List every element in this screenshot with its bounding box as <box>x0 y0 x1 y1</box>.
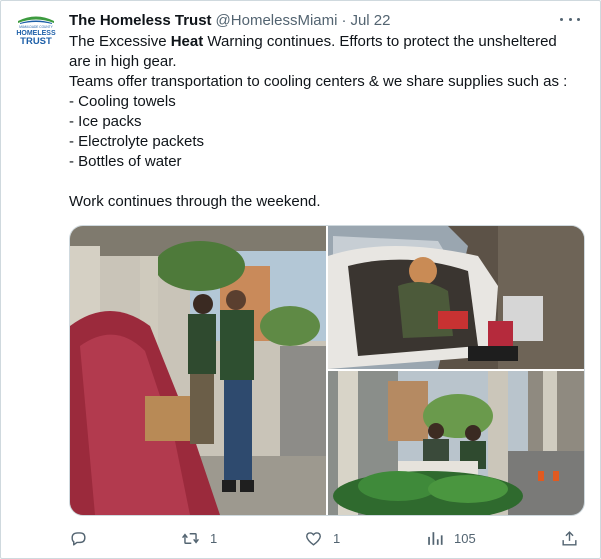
tweet-card[interactable]: MIAMI-DADE COUNTY HOMELESS TRUST The Hom… <box>0 0 601 559</box>
views-count: 105 <box>454 530 476 546</box>
tweet-date[interactable]: Jul 22 <box>350 12 390 29</box>
homeless-trust-logo-icon: MIAMI-DADE COUNTY HOMELESS TRUST <box>16 16 56 47</box>
heart-icon <box>306 531 321 546</box>
logo-line-1: MIAMI-DADE COUNTY <box>19 25 53 29</box>
photo-sidewalk-outreach[interactable] <box>328 371 584 515</box>
tweet-text-line: - Bottles of water <box>69 153 182 170</box>
photo-outreach-tent[interactable] <box>70 226 326 515</box>
logo-line-3: TRUST <box>20 36 52 47</box>
tweet-text-line: - Electrolyte packets <box>69 133 205 150</box>
tweet-media-grid <box>69 225 585 516</box>
views-button[interactable]: 105 <box>425 526 476 550</box>
views-icon <box>428 531 443 545</box>
tweet-text-line: Teams offer transportation to cooling ce… <box>69 73 568 90</box>
author-handle[interactable]: @HomelessMiami <box>216 12 338 29</box>
retweet-button[interactable]: 1 <box>181 526 217 550</box>
photo-woman-in-tent[interactable] <box>328 226 584 369</box>
tweet-text-line: - Cooling towels <box>69 93 176 110</box>
tweet-actions: 1 1 105 <box>69 526 583 550</box>
more-options-icon[interactable] <box>560 11 580 27</box>
tweet-text-line: - Ice packs <box>69 113 142 130</box>
author-avatar[interactable]: MIAMI-DADE COUNTY HOMELESS TRUST <box>15 13 57 47</box>
share-icon <box>562 530 577 546</box>
tweet-header: The Homeless Trust @HomelessMiami · Jul … <box>69 10 580 30</box>
reply-button[interactable] <box>69 526 88 550</box>
like-count: 1 <box>333 530 341 546</box>
reply-icon <box>71 531 86 546</box>
tweet-text-line: The Excessive Heat Warning continues. Ef… <box>69 33 557 50</box>
tweet-text: The Excessive Heat Warning continues. Ef… <box>69 32 589 212</box>
share-button[interactable] <box>560 526 579 550</box>
tweet-text-line: are in high gear. <box>69 53 177 70</box>
author-name[interactable]: The Homeless Trust <box>69 12 212 29</box>
retweet-count: 1 <box>210 530 218 546</box>
retweet-icon <box>182 532 199 544</box>
tweet-text-line: Work continues through the weekend. <box>69 193 321 210</box>
like-button[interactable]: 1 <box>304 526 340 550</box>
header-separator: · <box>341 11 347 29</box>
